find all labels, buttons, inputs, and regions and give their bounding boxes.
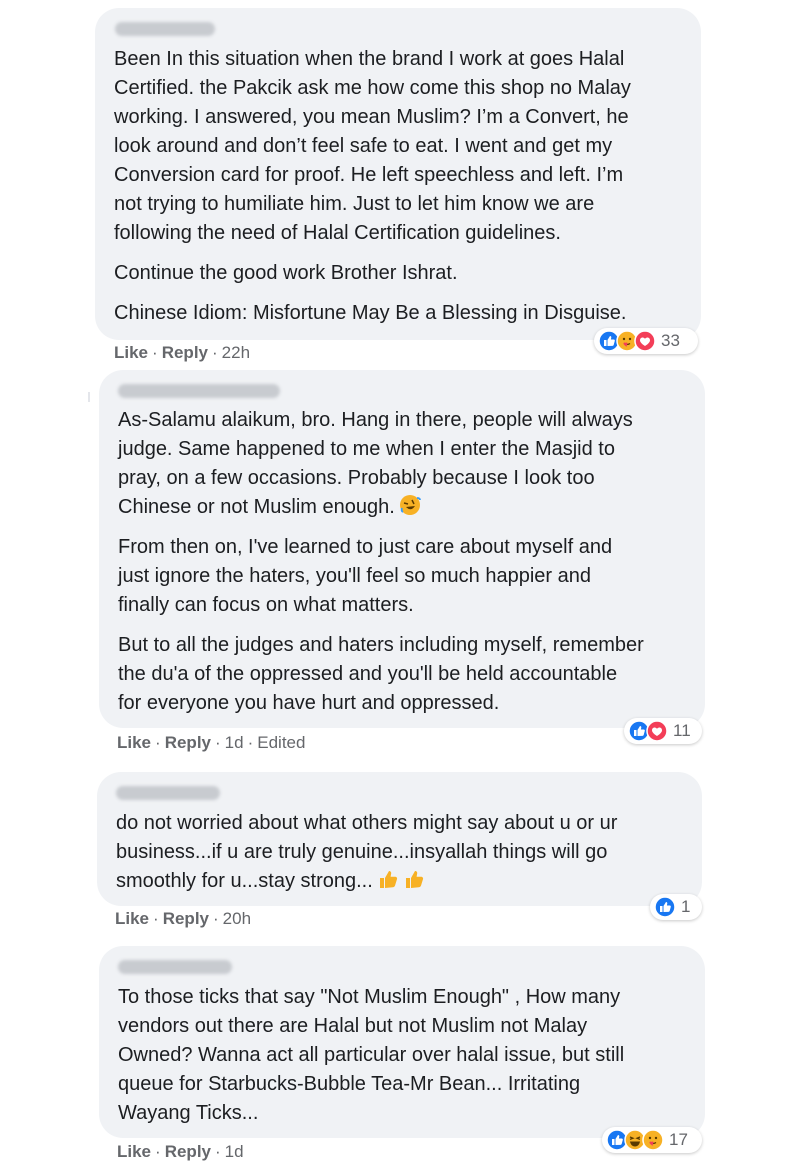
edited-label[interactable]: Edited: [257, 733, 305, 752]
reaction-count: 11: [673, 721, 691, 740]
love-icon: [646, 720, 668, 742]
reply-button[interactable]: Reply: [163, 909, 209, 928]
comment-actions: Like · Reply · 20h: [115, 909, 252, 928]
comment-author-blurred[interactable]: [115, 22, 215, 36]
comment-time[interactable]: 1d: [225, 733, 244, 752]
reactions-summary[interactable]: 17: [602, 1127, 702, 1153]
comment-paragraph: As-Salamu alaikum, bro. Hang in there, p…: [118, 409, 633, 518]
comment-author-blurred[interactable]: [118, 384, 280, 398]
reaction-count: 1: [681, 897, 691, 916]
comment-paragraph: From then on, I've learned to just care …: [118, 536, 613, 616]
comment-actions: Like · Reply · 1d: [117, 1142, 244, 1161]
reaction-count: 33: [661, 331, 680, 350]
comment-paragraph: do not worried about what others might s…: [116, 812, 618, 892]
comment-time[interactable]: 20h: [223, 909, 251, 928]
like-button[interactable]: Like: [117, 733, 151, 752]
comment-text: To those ticks that say "Not Muslim Enou…: [118, 983, 624, 1128]
care-icon: [642, 1129, 664, 1151]
like-button[interactable]: Like: [114, 343, 148, 362]
comment-paragraph: To those ticks that say "Not Muslim Enou…: [118, 986, 625, 1124]
comment-actions: Like · Reply · 22h: [114, 343, 251, 362]
comment-author-blurred[interactable]: [116, 786, 220, 800]
thread-line: [88, 392, 90, 402]
like-button[interactable]: Like: [115, 909, 149, 928]
like-icon: [654, 896, 676, 918]
comment-time[interactable]: 1d: [225, 1142, 244, 1161]
comment-text: Been In this situation when the brand I …: [114, 45, 631, 328]
comment-text: As-Salamu alaikum, bro. Hang in there, p…: [118, 406, 644, 718]
thumbs-up-emoji-icon: [379, 871, 397, 888]
love-icon: [634, 330, 656, 352]
reactions-summary[interactable]: 11: [624, 718, 702, 744]
thumbs-up-emoji-icon: [405, 871, 423, 888]
comment-paragraph: But to all the judges and haters includi…: [118, 634, 644, 714]
comment-actions: Like · Reply · 1d · Edited: [117, 733, 306, 752]
reply-button[interactable]: Reply: [162, 343, 208, 362]
reaction-count: 17: [669, 1130, 688, 1149]
like-button[interactable]: Like: [117, 1142, 151, 1161]
comment-author-blurred[interactable]: [118, 960, 232, 974]
rolling-laughing-emoji-icon: [399, 495, 421, 515]
comment-text: do not worried about what others might s…: [116, 809, 617, 896]
reply-button[interactable]: Reply: [165, 733, 211, 752]
reactions-summary[interactable]: 33: [594, 328, 698, 354]
reply-button[interactable]: Reply: [165, 1142, 211, 1161]
comment-time[interactable]: 22h: [222, 343, 250, 362]
comment-paragraph: Continue the good work Brother Ishrat.: [114, 262, 458, 284]
comment-paragraph: Been In this situation when the brand I …: [114, 48, 631, 244]
reactions-summary[interactable]: 1: [650, 894, 702, 920]
comment-paragraph: Chinese Idiom: Misfortune May Be a Bless…: [114, 302, 627, 324]
